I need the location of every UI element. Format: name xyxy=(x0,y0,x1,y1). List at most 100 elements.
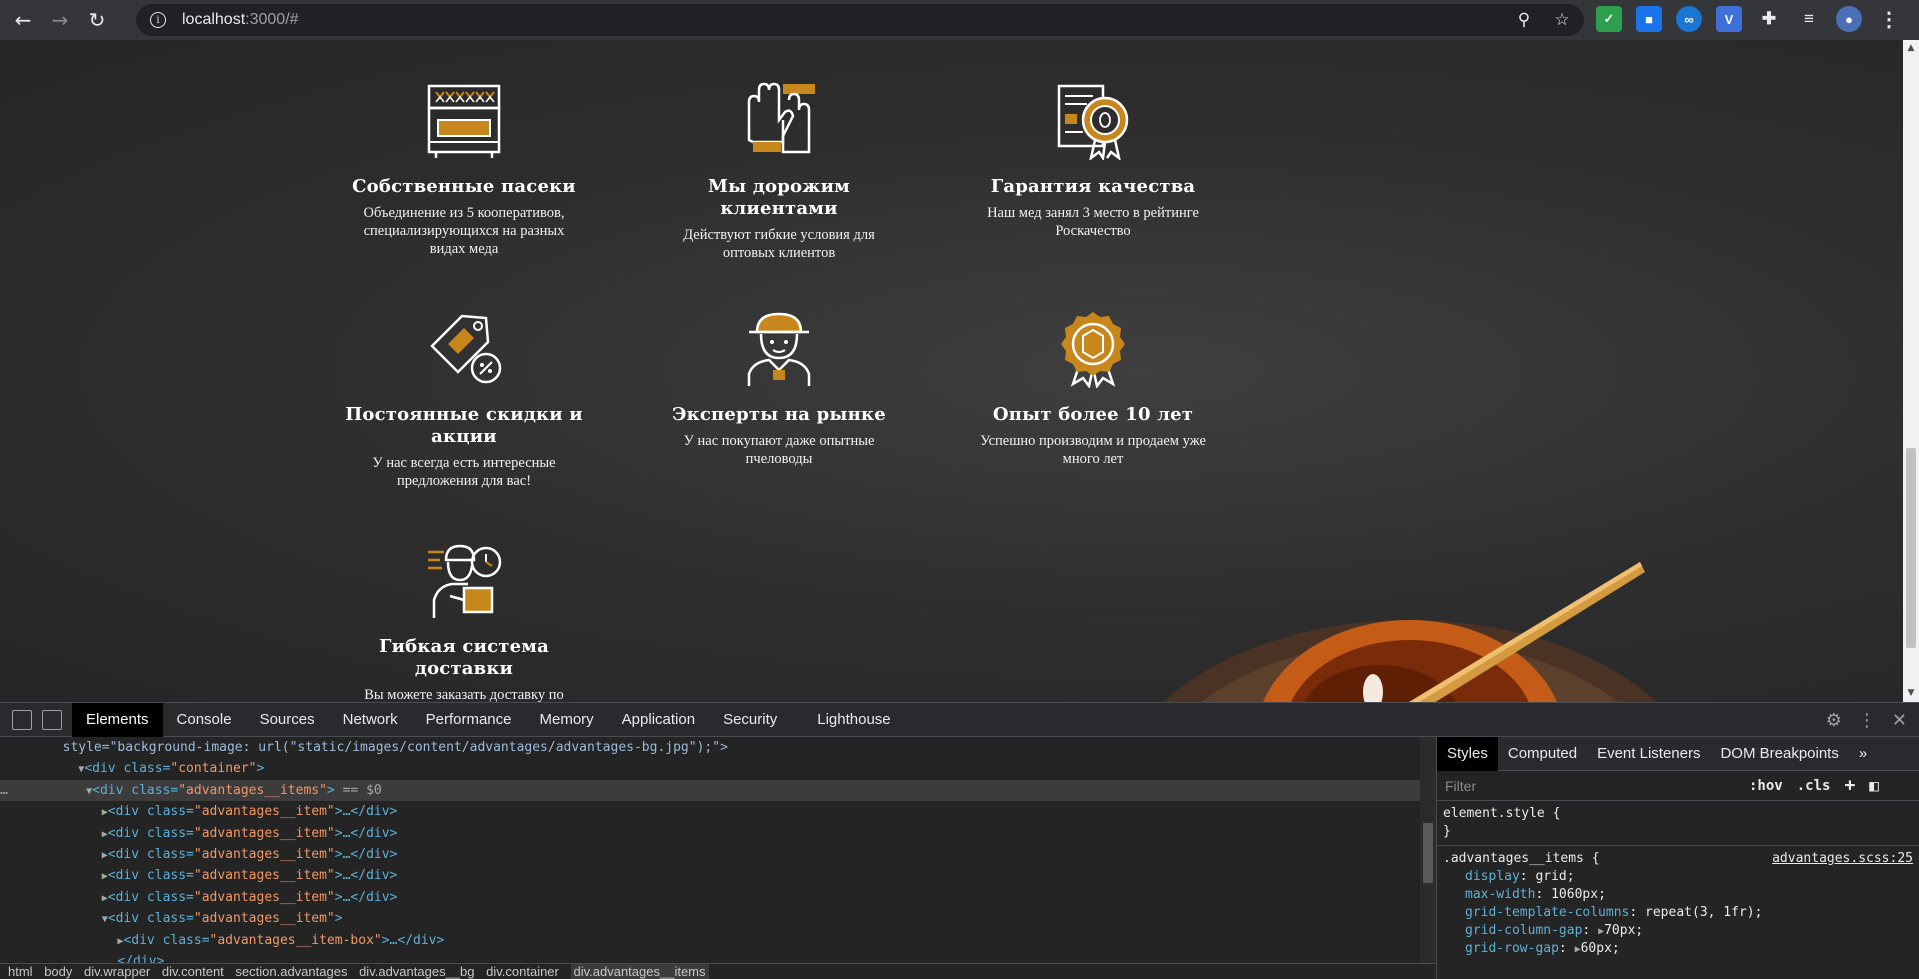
dom-line[interactable]: ▶<div class="advantages__item">…</div> xyxy=(0,823,1420,844)
advantage-desc: У нас покупают даже опытные пчеловоды xyxy=(683,433,875,467)
crumb-wrapper[interactable]: div.wrapper xyxy=(84,964,150,979)
devtools-menu-icon[interactable]: ⋮ xyxy=(1858,710,1876,731)
css-prop-name[interactable]: max-width xyxy=(1465,887,1535,902)
url-text[interactable]: localhost:3000/# xyxy=(182,11,299,29)
reload-icon[interactable]: ↻ xyxy=(83,6,111,34)
advantage-title: Гарантия качества xyxy=(990,176,1196,197)
tab-application[interactable]: Application xyxy=(608,703,709,737)
zoom-icon[interactable]: ⚲ xyxy=(1512,8,1536,32)
reading-list-icon[interactable]: ≡ xyxy=(1796,6,1822,32)
css-prop-value[interactable]: 70px; xyxy=(1604,923,1643,938)
dom-tree[interactable]: style="background-image: url("static/ima… xyxy=(0,737,1420,963)
url-path: :3000/# xyxy=(245,11,299,28)
advantage-item-apiaries: Собственные пасеки Объединение из 5 кооп… xyxy=(344,80,584,258)
element-style-rule[interactable]: element.style { } xyxy=(1437,801,1919,846)
close-icon[interactable]: ✕ xyxy=(1892,710,1907,731)
add-rule-icon[interactable]: + xyxy=(1844,775,1855,796)
css-prop-value[interactable]: grid; xyxy=(1535,869,1574,884)
dom-line[interactable]: ▶<div class="advantages__item-box">…</di… xyxy=(0,930,1420,951)
tab-elements[interactable]: Elements xyxy=(72,702,163,737)
css-prop-name[interactable]: grid-column-gap xyxy=(1465,923,1582,938)
shield-extension-icon[interactable]: ✓ xyxy=(1596,6,1622,32)
tab-lighthouse[interactable]: Lighthouse xyxy=(803,703,904,737)
crumb-body[interactable]: body xyxy=(44,964,72,979)
hov-toggle[interactable]: :hov xyxy=(1749,778,1783,794)
scroll-thumb[interactable] xyxy=(1906,448,1916,648)
tab-event-listeners[interactable]: Event Listeners xyxy=(1587,737,1710,771)
css-prop-value[interactable]: repeat(3, 1fr); xyxy=(1645,905,1762,920)
dom-line[interactable]: ▼<div class="advantages__item"> xyxy=(0,908,1420,929)
rule-source-link[interactable]: advantages.scss:25 xyxy=(1772,850,1913,868)
inspect-element-icon[interactable] xyxy=(12,709,32,730)
dom-line[interactable]: </div> xyxy=(0,951,1420,963)
scroll-down-icon[interactable]: ▼ xyxy=(1906,688,1916,698)
crumb-items[interactable]: div.advantages__items xyxy=(570,964,709,979)
dom-line[interactable]: style="background-image: url("static/ima… xyxy=(0,737,1420,758)
handshake-gloves-icon xyxy=(747,82,815,154)
address-bar[interactable]: i localhost:3000/# ⚲ ☆ xyxy=(136,4,1584,36)
crumb-container[interactable]: div.container xyxy=(486,964,559,979)
advantage-item-experts: Эксперты на рынке У нас покупают даже оп… xyxy=(659,308,899,468)
advantages-items-rule[interactable]: advantages.scss:25 .advantages__items { d… xyxy=(1437,846,1919,962)
advantage-desc: У нас всегда есть интересные предложения… xyxy=(372,455,556,489)
infinity-extension-icon[interactable]: ∞ xyxy=(1676,6,1702,32)
more-tabs-icon[interactable]: » xyxy=(1849,737,1877,771)
css-prop-name[interactable]: grid-row-gap xyxy=(1465,941,1559,956)
browser-toolbar: ← → ↻ i localhost:3000/# ⚲ ☆ ✓ ■ ∞ V ✚ ≡… xyxy=(0,0,1919,40)
advantage-title: Эксперты на рынке xyxy=(672,404,886,425)
advantages-section: Собственные пасеки Объединение из 5 кооп… xyxy=(0,40,1903,702)
crumb-html[interactable]: html xyxy=(8,964,33,979)
site-info-icon[interactable]: i xyxy=(150,12,166,28)
css-prop-value[interactable]: 60px; xyxy=(1581,941,1620,956)
dom-line[interactable]: ▼<div class="container"> xyxy=(0,758,1420,779)
cls-toggle[interactable]: .cls xyxy=(1797,778,1831,794)
styles-tabbar: Styles Computed Event Listeners DOM Brea… xyxy=(1437,736,1919,771)
square-extension-icon[interactable]: ■ xyxy=(1636,6,1662,32)
element-style-selector: element.style { xyxy=(1443,806,1561,821)
settings-gear-icon[interactable]: ⚙ xyxy=(1826,710,1842,731)
scroll-up-icon[interactable]: ▲ xyxy=(1906,43,1916,53)
advantage-item-delivery: Гибкая система доставки Вы можете заказа… xyxy=(344,540,584,702)
bookmark-star-icon[interactable]: ☆ xyxy=(1550,8,1574,32)
tab-styles[interactable]: Styles xyxy=(1437,736,1498,771)
css-prop-name[interactable]: display xyxy=(1465,869,1520,884)
css-prop-value[interactable]: 1060px; xyxy=(1551,887,1606,902)
device-toolbar-icon[interactable] xyxy=(42,709,62,730)
dom-scrollbar[interactable] xyxy=(1420,737,1436,963)
dom-line[interactable]: ▶<div class="advantages__item">…</div> xyxy=(0,801,1420,822)
medal-icon xyxy=(1061,312,1125,389)
tab-sources[interactable]: Sources xyxy=(246,703,329,737)
tab-memory[interactable]: Memory xyxy=(526,703,608,737)
advantage-desc: Наш мед занял 3 место в рейтинге Роскаче… xyxy=(987,205,1199,239)
page-scrollbar[interactable]: ▲ ▼ xyxy=(1903,40,1919,702)
forward-icon[interactable]: → xyxy=(46,6,74,34)
beekeeper-icon xyxy=(747,312,811,386)
tab-security[interactable]: Security xyxy=(709,703,791,737)
devtools-panel: Elements Console Sources Network Perform… xyxy=(0,702,1919,979)
delivery-icon xyxy=(428,544,502,618)
css-prop-name[interactable]: grid-template-columns xyxy=(1465,905,1629,920)
advantage-title: Гибкая система доставки xyxy=(379,636,549,679)
tab-network[interactable]: Network xyxy=(329,703,412,737)
back-icon[interactable]: ← xyxy=(9,6,37,34)
tab-performance[interactable]: Performance xyxy=(412,703,526,737)
tab-dom-breakpoints[interactable]: DOM Breakpoints xyxy=(1710,737,1848,771)
dom-line[interactable]: ▶<div class="advantages__item">…</div> xyxy=(0,887,1420,908)
dom-line[interactable]: ▶<div class="advantages__item">…</div> xyxy=(0,865,1420,886)
dom-line[interactable]: ▶<div class="advantages__item">…</div> xyxy=(0,844,1420,865)
crumb-content[interactable]: div.content xyxy=(162,964,224,979)
styles-filter-input[interactable]: Filter xyxy=(1445,778,1735,794)
puzzle-extensions-icon[interactable]: ✚ xyxy=(1756,6,1782,32)
v-extension-icon[interactable]: V xyxy=(1716,6,1742,32)
tab-computed[interactable]: Computed xyxy=(1498,737,1587,771)
crumb-bg[interactable]: div.advantages__bg xyxy=(359,964,474,979)
advantage-desc: Объединение из 5 кооперативов, специализ… xyxy=(363,205,565,257)
toggle-sidebar-icon[interactable]: ◧ xyxy=(1869,776,1879,795)
crumb-section[interactable]: section.advantages xyxy=(235,964,347,979)
kebab-menu-icon[interactable]: ⋮ xyxy=(1876,6,1902,32)
advantage-desc: Действуют гибкие условия для оптовых кли… xyxy=(683,227,875,261)
tab-console[interactable]: Console xyxy=(163,703,246,737)
url-host: localhost xyxy=(182,11,246,28)
profile-avatar-icon[interactable]: ● xyxy=(1836,6,1862,32)
dom-line-selected[interactable]: … ▼<div class="advantages__items"> == $0 xyxy=(0,779,1420,802)
